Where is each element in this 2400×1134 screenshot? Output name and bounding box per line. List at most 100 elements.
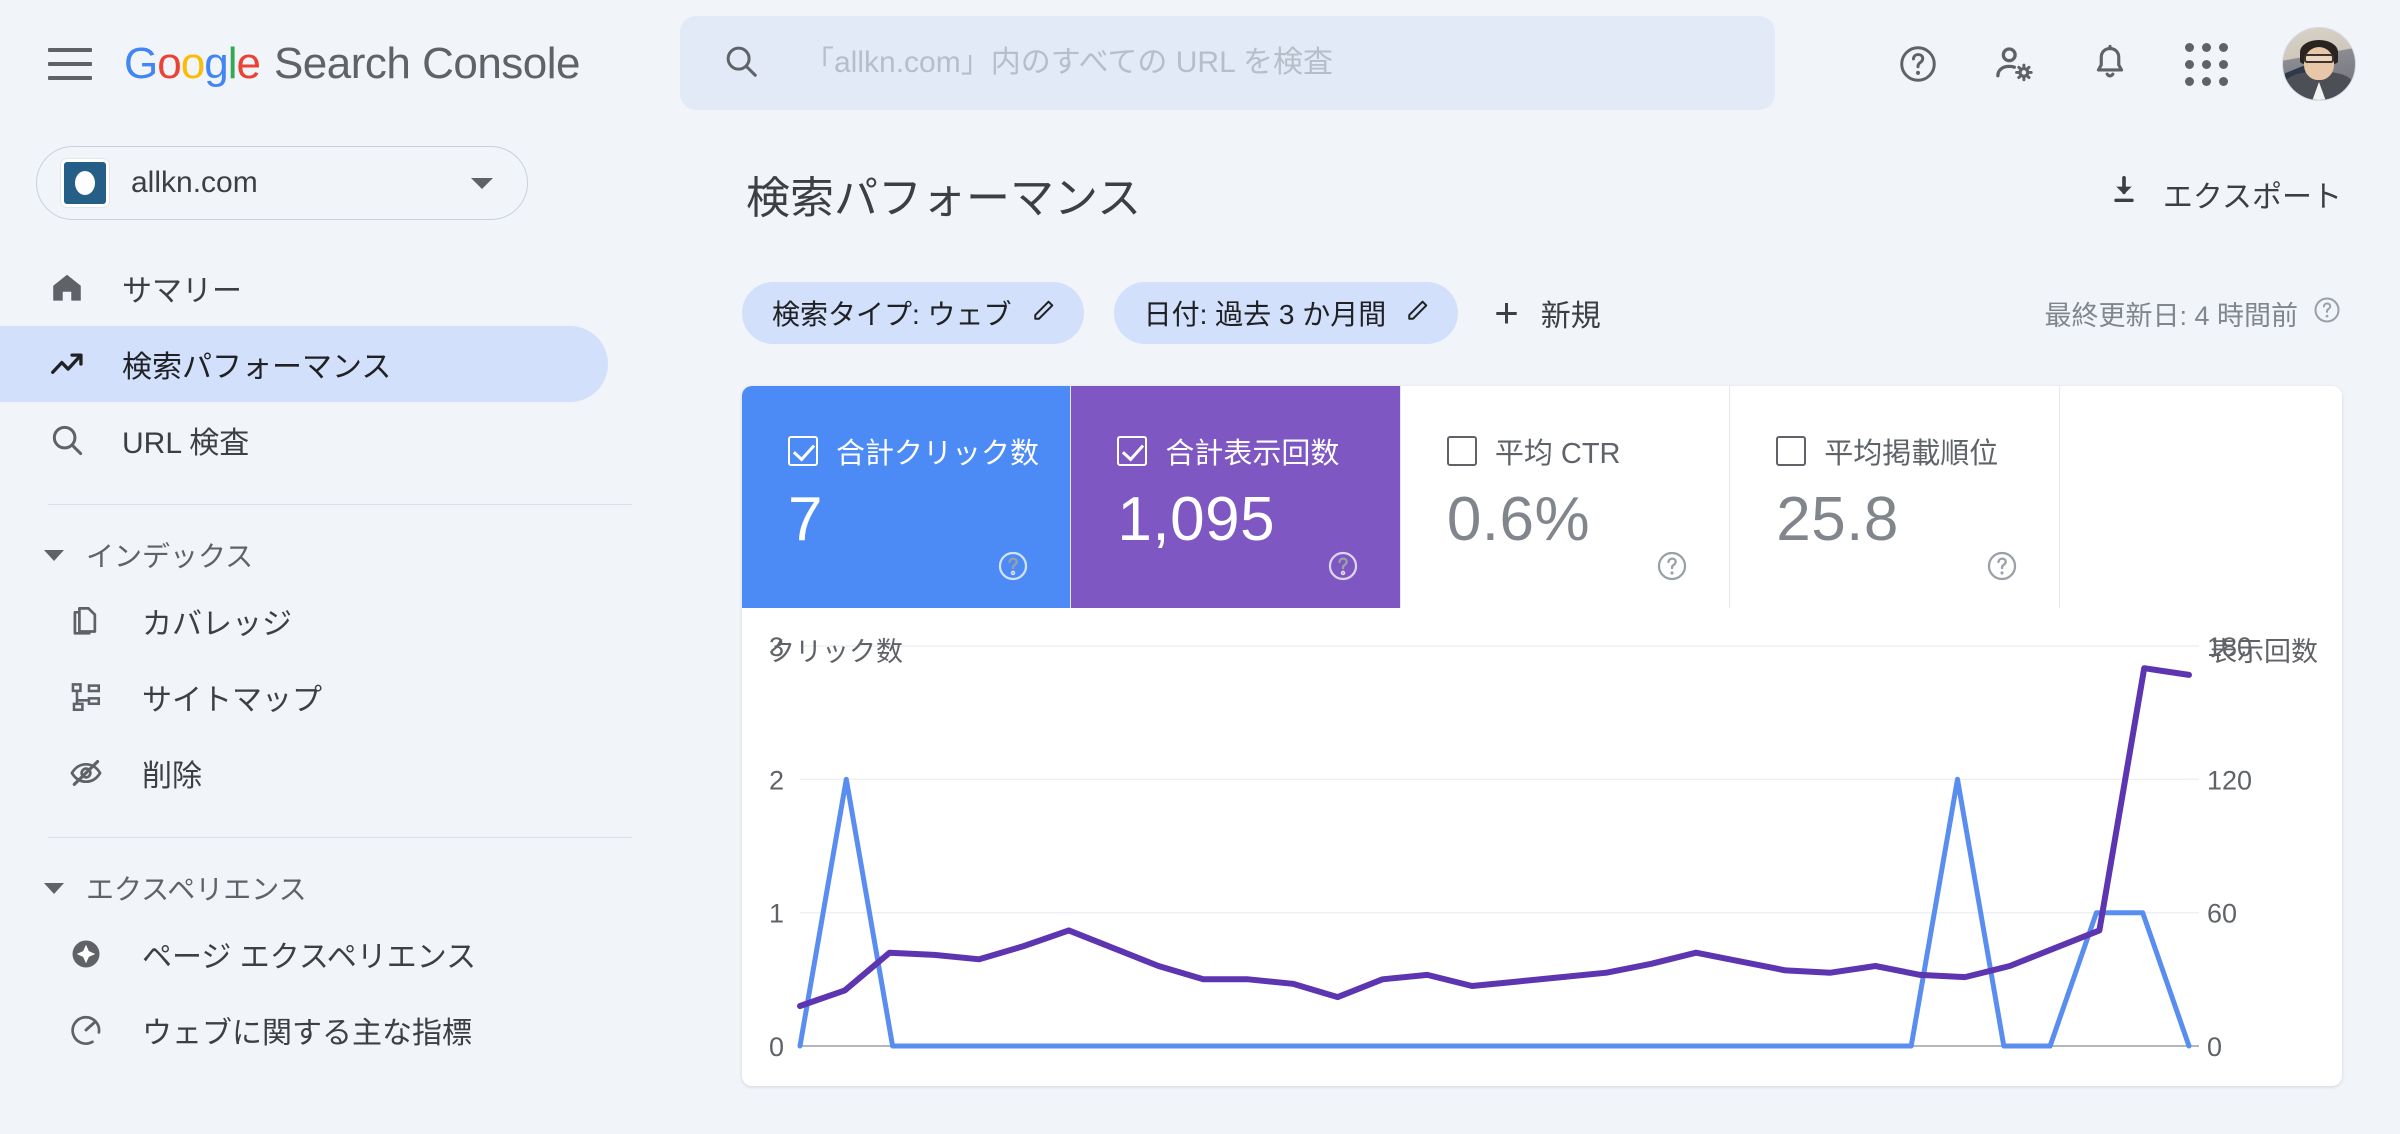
user-avatar[interactable]	[2282, 27, 2356, 101]
metric-card-empty-slot	[2059, 386, 2342, 608]
export-button[interactable]: エクスポート	[2107, 172, 2342, 216]
checkbox-unchecked-icon[interactable]	[1446, 436, 1477, 466]
property-selector[interactable]: allkn.com	[36, 146, 528, 220]
last-updated: 最終更新日: 4 時間前	[2044, 294, 2342, 333]
filter-chip-label: 日付: 過去 3 か月間	[1143, 299, 1387, 330]
help-circle-icon[interactable]	[1985, 549, 2019, 588]
metric-label-row: 合計表示回数	[1117, 430, 1399, 472]
add-filter-label: 新規	[1540, 300, 1601, 333]
svg-text:2: 2	[769, 765, 784, 795]
notifications-bell-icon[interactable]	[2062, 16, 2158, 112]
hamburger-menu-icon[interactable]	[48, 48, 92, 80]
svg-text:0: 0	[2207, 1032, 2222, 1062]
pencil-icon[interactable]	[1404, 296, 1432, 331]
caret-down-icon	[44, 882, 64, 894]
plus-icon: +	[1494, 289, 1519, 337]
search-icon	[722, 42, 760, 85]
chart-y-axis-title: クリック数	[768, 637, 903, 667]
caret-down-icon	[44, 549, 64, 561]
metric-label-row: 合計クリック数	[788, 430, 1070, 472]
sidebar-group-index-items: カバレッジ サイトマップ 削除	[0, 583, 680, 811]
url-inspection-search-box[interactable]	[680, 16, 1775, 110]
chart-canvas: 0 01 602 1203 180	[769, 632, 2252, 1062]
sidebar-item-core-web-vitals[interactable]: ウェブに関する主な指標	[20, 992, 608, 1068]
sidebar-group-experience-items: ページ エクスペリエンス ウェブに関する主な指標	[0, 916, 680, 1068]
sitemap-icon	[68, 679, 114, 715]
main-content: 検索パフォーマンス エクスポート 検索タイプ: ウェブ 日付: 過去 3 か月間	[680, 128, 2400, 1134]
metric-label-row: 平均掲載順位	[1776, 430, 2058, 472]
page-experience-icon	[68, 936, 114, 972]
account-settings-icon[interactable]	[1966, 16, 2062, 112]
product-name: Search Console	[273, 39, 581, 88]
checkbox-checked-icon[interactable]	[788, 436, 818, 466]
sidebar-item-label: ウェブに関する主な指標	[142, 1017, 472, 1050]
sidebar-item-page-experience[interactable]: ページ エクスペリエンス	[20, 916, 608, 992]
sidebar-item-label: 検索パフォーマンス	[122, 351, 392, 384]
sidebar-group-experience[interactable]: エクスペリエンス	[0, 860, 680, 916]
app-brand: Google Search Console	[124, 39, 581, 89]
metric-label-row: 平均 CTR	[1446, 430, 1729, 472]
sidebar-item-removals[interactable]: 削除	[20, 735, 608, 811]
sidebar-item-summary[interactable]: サマリー	[0, 250, 608, 326]
property-site-icon	[61, 159, 109, 207]
help-circle-icon[interactable]	[996, 549, 1030, 588]
pages-copy-icon	[68, 603, 114, 639]
metric-card-total-impressions[interactable]: 合計表示回数 1,095	[1071, 386, 1401, 608]
svg-text:60: 60	[2207, 899, 2237, 929]
download-icon	[2107, 173, 2141, 215]
filter-chip-label: 検索タイプ: ウェブ	[772, 299, 1012, 330]
top-bar-actions	[1870, 0, 2356, 128]
metric-card-total-clicks[interactable]: 合計クリック数 7	[742, 386, 1072, 608]
metric-value: 25.8	[1776, 485, 1899, 554]
sidebar-item-url-inspection[interactable]: URL 検査	[0, 402, 608, 478]
chart-y2-axis-title: 表示回数	[2210, 637, 2318, 667]
sidebar-divider	[48, 504, 632, 505]
performance-chart[interactable]: クリック数 表示回数 0 0 1 60 2 120 3 180	[742, 608, 2342, 1086]
svg-text:1: 1	[769, 899, 784, 929]
help-icon[interactable]	[1870, 16, 1966, 112]
metric-label: 平均 CTR	[1494, 438, 1621, 470]
chevron-down-icon[interactable]	[471, 177, 493, 189]
checkbox-checked-icon[interactable]	[1117, 436, 1148, 466]
sidebar-item-sitemaps[interactable]: サイトマップ	[20, 659, 608, 735]
sidebar-item-coverage[interactable]: カバレッジ	[20, 583, 608, 659]
filter-chip-date[interactable]: 日付: 過去 3 か月間	[1113, 282, 1459, 344]
sidebar-item-label: サマリー	[122, 275, 242, 308]
metric-card-average-position[interactable]: 平均掲載順位 25.8	[1730, 386, 2060, 608]
speedometer-icon	[68, 1012, 114, 1048]
checkbox-unchecked-icon[interactable]	[1776, 436, 1807, 466]
filter-chip-search-type[interactable]: 検索タイプ: ウェブ	[742, 282, 1084, 344]
help-circle-icon[interactable]	[2312, 295, 2342, 332]
sidebar-item-search-performance[interactable]: 検索パフォーマンス	[0, 326, 608, 402]
sidebar: allkn.com サマリー 検索パフォーマンス URL 検査 インデックス カ…	[0, 128, 680, 1134]
pencil-icon[interactable]	[1030, 296, 1058, 331]
metric-cards: 合計クリック数 7 合計表示回数 1,095 平均 CTR 0.6% 平均掲載順…	[742, 386, 2342, 608]
google-apps-grid-icon[interactable]	[2158, 16, 2254, 112]
property-name: allkn.com	[131, 166, 258, 199]
page-title: 検索パフォーマンス	[746, 174, 1142, 223]
metric-card-average-ctr[interactable]: 平均 CTR 0.6%	[1401, 386, 1731, 608]
svg-text:120: 120	[2207, 765, 2252, 795]
home-icon	[48, 269, 94, 307]
sidebar-item-label: カバレッジ	[142, 608, 292, 641]
metric-label: 合計クリック数	[836, 438, 1040, 470]
page-header: 検索パフォーマンス エクスポート	[680, 128, 2400, 226]
metric-value: 0.6%	[1446, 485, 1591, 554]
sidebar-group-label: エクスペリエンス	[86, 874, 307, 905]
help-circle-icon[interactable]	[1326, 549, 1360, 588]
performance-panel: 合計クリック数 7 合計表示回数 1,095 平均 CTR 0.6% 平均掲載順…	[742, 386, 2342, 1086]
add-filter-button[interactable]: + 新規	[1494, 291, 1601, 335]
help-circle-icon[interactable]	[1655, 549, 1689, 588]
metric-label: 平均掲載順位	[1824, 438, 1999, 470]
sidebar-item-label: 削除	[142, 760, 202, 793]
top-app-bar: Google Search Console	[0, 0, 2400, 128]
search-icon	[48, 421, 94, 459]
metric-label: 合計表示回数	[1165, 438, 1340, 470]
sidebar-item-label: ページ エクスペリエンス	[142, 941, 477, 974]
export-label: エクスポート	[2162, 181, 2342, 214]
filter-bar: 検索タイプ: ウェブ 日付: 過去 3 か月間 + 新規 最終更新日: 4 時間…	[680, 282, 2400, 344]
search-input[interactable]	[804, 46, 1704, 80]
sidebar-group-index[interactable]: インデックス	[0, 527, 680, 583]
last-updated-text: 最終更新日: 4 時間前	[2044, 300, 2298, 331]
sidebar-nav: サマリー 検索パフォーマンス URL 検査 インデックス カバレッジ サイトマッ…	[0, 250, 680, 1068]
